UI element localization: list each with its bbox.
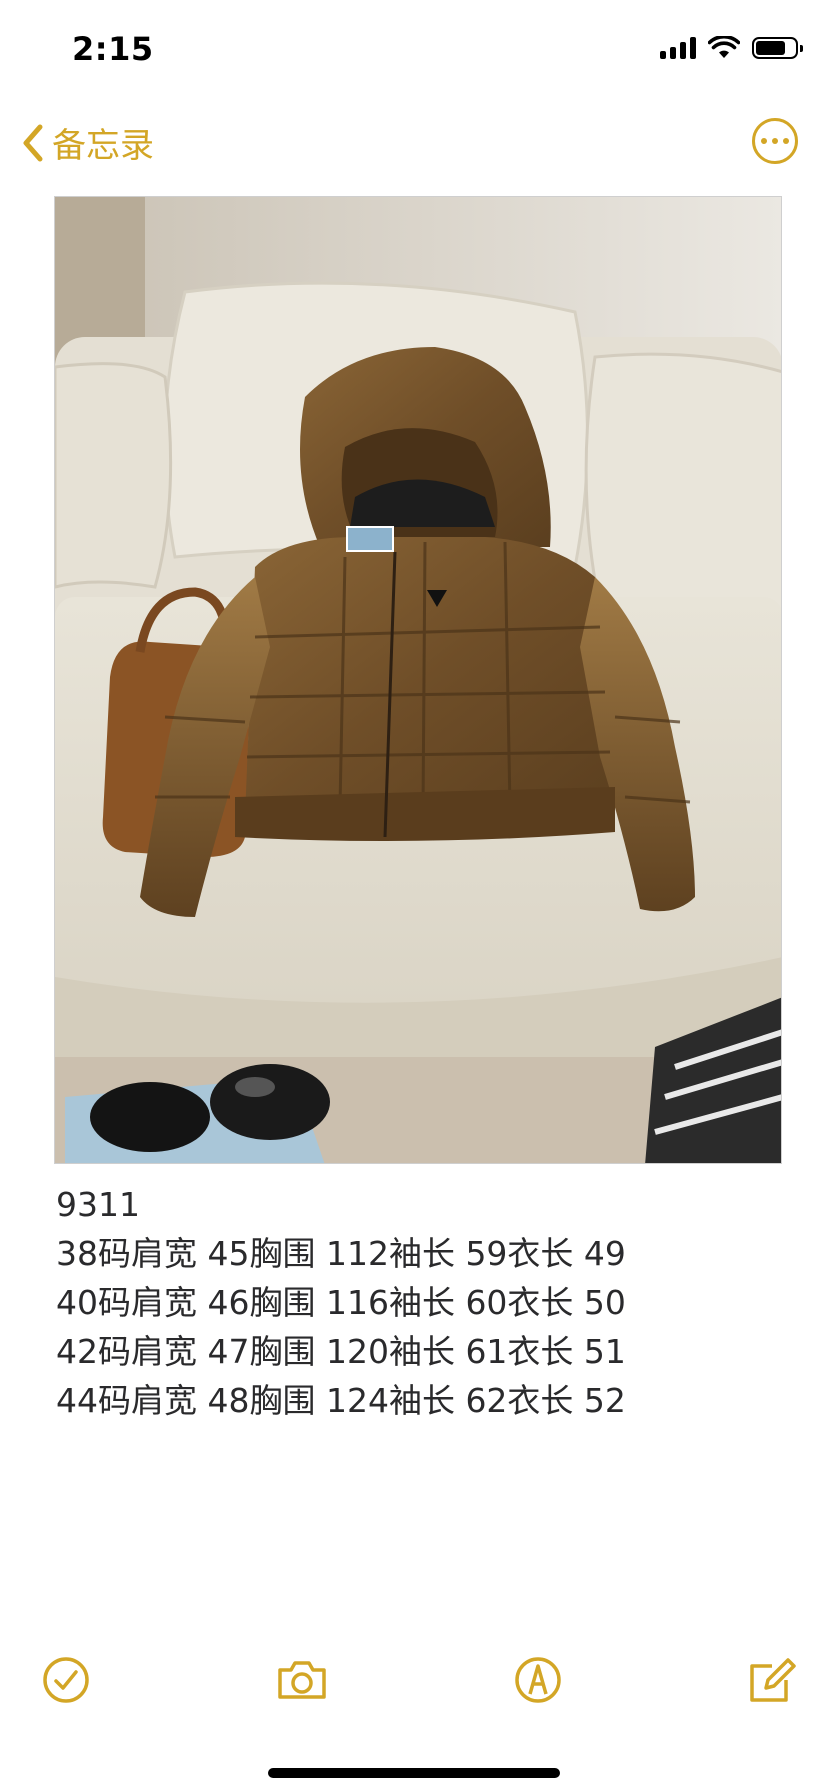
size-row-42: 42码肩宽 47胸围 120袖长 61衣长 51 (56, 1332, 626, 1371)
note-photo[interactable] (54, 196, 782, 1164)
compose-icon[interactable] (742, 1650, 802, 1710)
jacket-photo (55, 197, 781, 1163)
note-body[interactable]: 9311 38码肩宽 45胸围 112袖长 59衣长 49 40码肩宽 46胸围… (56, 1180, 796, 1425)
size-row-40: 40码肩宽 46胸围 116袖长 60衣长 50 (56, 1283, 626, 1322)
wifi-icon (708, 36, 740, 58)
status-time: 2:15 (72, 30, 154, 68)
bottom-toolbar (0, 1650, 828, 1730)
markup-icon[interactable] (508, 1650, 568, 1710)
status-bar: 2:15 (0, 0, 828, 100)
battery-icon (752, 37, 803, 59)
cellular-signal-icon (660, 37, 696, 59)
chevron-left-icon (23, 124, 43, 161)
note-title: 9311 (56, 1185, 140, 1224)
camera-icon[interactable] (272, 1650, 332, 1710)
back-button[interactable]: 备忘录 (22, 118, 154, 167)
home-indicator[interactable] (268, 1768, 560, 1778)
size-row-38: 38码肩宽 45胸围 112袖长 59衣长 49 (56, 1234, 626, 1273)
more-options-button[interactable] (752, 118, 798, 164)
nav-bar: 备忘录 (0, 100, 828, 190)
status-icons (660, 36, 803, 60)
size-row-44: 44码肩宽 48胸围 124袖长 62衣长 52 (56, 1381, 626, 1420)
back-button-label: 备忘录 (52, 126, 154, 166)
checklist-icon[interactable] (36, 1650, 96, 1710)
